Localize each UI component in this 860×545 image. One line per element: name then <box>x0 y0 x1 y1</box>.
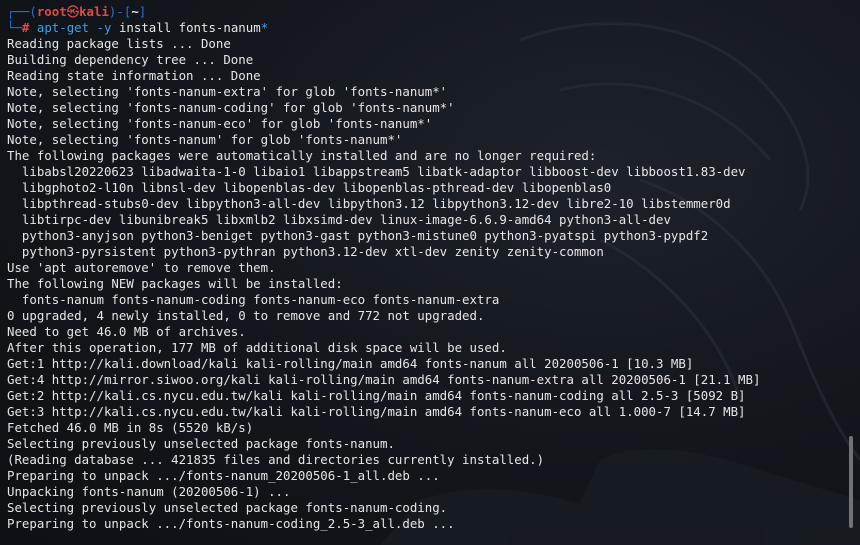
output-line: python3-pyrsistent python3-pythran pytho… <box>7 244 604 259</box>
output-line: Selecting previously unselected package … <box>7 436 395 451</box>
scrollbar-thumb[interactable] <box>849 436 853 528</box>
output-line: libtirpc-dev libunibreak5 libxmlb2 libxs… <box>7 212 671 227</box>
output-line: Need to get 46.0 MB of archives. <box>7 324 246 339</box>
output-line: Get:3 http://kali.cs.nycu.edu.tw/kali ka… <box>7 404 746 419</box>
prompt-corner: ┌──( <box>7 4 37 19</box>
output-line: Preparing to unpack .../fonts-nanum_2020… <box>7 468 440 483</box>
output-line: The following packages were automaticall… <box>7 148 597 163</box>
output-line: After this operation, 177 MB of addition… <box>7 340 507 355</box>
terminal-output[interactable]: ┌──(root㉿kali)-[~] └─# apt-get -y instal… <box>7 4 840 532</box>
prompt-corner-2: └─ <box>7 20 22 35</box>
output-line: Preparing to unpack .../fonts-nanum-codi… <box>7 516 455 531</box>
terminal-window[interactable]: ┌──(root㉿kali)-[~] └─# apt-get -y instal… <box>0 0 860 545</box>
skull-icon: ㉿ <box>66 4 80 19</box>
output-line: libgphoto2-l10n libnsl-dev libopenblas-d… <box>7 180 612 195</box>
output-line: Get:1 http://kali.download/kali kali-rol… <box>7 356 694 371</box>
prompt-hash: # <box>21 20 30 35</box>
output-line: Unpacking fonts-nanum (20200506-1) ... <box>7 484 291 499</box>
output-line: The following NEW packages will be insta… <box>7 276 343 291</box>
output-line: Reading package lists ... Done <box>7 36 231 51</box>
output-line: fonts-nanum fonts-nanum-coding fonts-nan… <box>7 292 500 307</box>
command-flag: -y <box>96 20 112 35</box>
prompt-close: ] <box>138 4 147 19</box>
output-line: (Reading database ... 421835 files and d… <box>7 452 545 467</box>
command-glob: * <box>260 20 269 35</box>
output-line: Get:2 http://kali.cs.nycu.edu.tw/kali ka… <box>7 388 746 403</box>
prompt-directory: ~ <box>131 4 139 19</box>
output-line: Note, selecting 'fonts-nanum-extra' for … <box>7 84 448 99</box>
output-line: Note, selecting 'fonts-nanum-coding' for… <box>7 100 455 115</box>
prompt-separator: )-[ <box>108 4 132 19</box>
output-line: libabsl20220623 libadwaita-1-0 libaio1 l… <box>7 164 746 179</box>
command-line[interactable]: └─# apt-get -y install fonts-nanum* <box>7 20 840 36</box>
output-line: libpthread-stubs0-dev libpython3-all-dev… <box>7 196 731 211</box>
output-line: Fetched 46.0 MB in 8s (5520 kB/s) <box>7 420 254 435</box>
output-line: 0 upgraded, 4 newly installed, 0 to remo… <box>7 308 485 323</box>
output-line: Use 'apt autoremove' to remove them. <box>7 260 276 275</box>
output-line: python3-anyjson python3-beniget python3-… <box>7 228 709 243</box>
output-line: Building dependency tree ... Done <box>7 52 254 67</box>
output-line: Note, selecting 'fonts-nanum' for glob '… <box>7 132 403 147</box>
output-line: Get:4 http://mirror.siwoo.org/kali kali-… <box>7 372 761 387</box>
prompt-line-1: ┌──(root㉿kali)-[~] <box>7 4 840 20</box>
command-args: install fonts-nanum <box>118 20 261 35</box>
prompt-host: kali <box>79 4 109 19</box>
output-line: Note, selecting 'fonts-nanum-eco' for gl… <box>7 116 433 131</box>
output-line: Selecting previously unselected package … <box>7 500 448 515</box>
prompt-user: root <box>36 4 67 19</box>
command-name: apt-get <box>36 20 90 35</box>
output-line: Reading state information ... Done <box>7 68 261 83</box>
